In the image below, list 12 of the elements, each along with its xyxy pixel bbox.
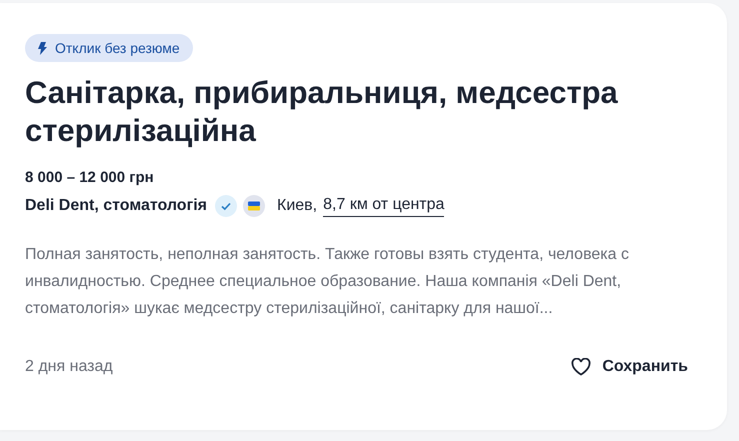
posted-date: 2 дня назад [25,358,113,376]
lightning-icon [38,42,47,54]
heart-icon [571,358,592,376]
job-description: Полная занятость, неполная занятость. Также готовы взять студента, человека с инвалидностью. Среднее специальное образование. Наша компанія «Deli Dent, стоматологія» шукає медсестру стерилізаційної, санітарку для нашої... [25,245,630,319]
city: Киев, [277,197,318,215]
distance-link[interactable]: 8,7 км от центра [323,196,444,216]
job-title[interactable]: Санітарка, прибиральниця, медсестра стерилізаційна [25,74,665,150]
salary: 8 000 – 12 000 грн [25,169,155,186]
badge-label: Отклик без резюме [55,40,180,56]
flag-icon [243,195,266,217]
company-name[interactable]: Deli Dent, стоматологія [25,197,208,215]
save-button[interactable]: Сохранить [571,354,702,380]
